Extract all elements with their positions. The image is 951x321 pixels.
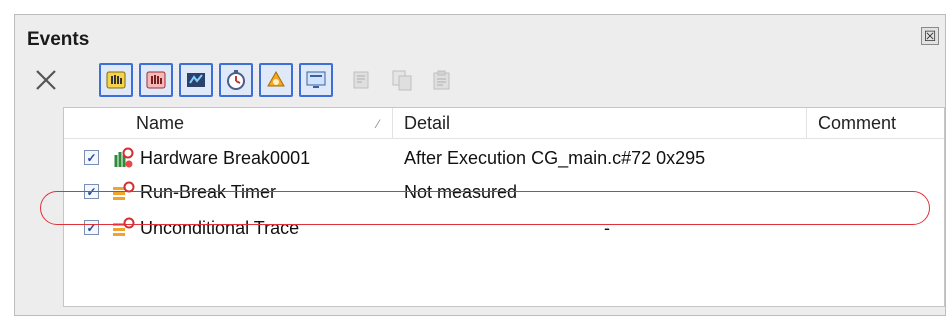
hardware-break-icon (106, 71, 126, 89)
events-panel: Events ☒ Name ⁄ Detail Comment ✓ Hardwar… (14, 14, 946, 316)
timer-icon (227, 70, 245, 90)
column-divider[interactable] (392, 108, 393, 138)
table-row[interactable]: ✓ Hardware Break0001 After Execution CG_… (64, 141, 944, 177)
edit-disabled-button[interactable] (345, 63, 379, 97)
list-header: Name ⁄ Detail Comment (64, 108, 944, 139)
software-break-button[interactable] (139, 63, 173, 97)
hardware-break-icon (114, 147, 134, 168)
enable-checkbox[interactable]: ✓ (84, 150, 99, 165)
paste-disabled-icon (433, 70, 450, 90)
event-detail: After Execution CG_main.c#72 0x295 (404, 148, 706, 168)
sort-indicator-icon: ⁄ (377, 117, 380, 131)
column-header-comment[interactable]: Comment (818, 113, 896, 134)
panel-title: Events (27, 29, 90, 50)
delete-event-button[interactable] (29, 61, 63, 99)
display-button[interactable] (299, 63, 333, 97)
copy-disabled-button[interactable] (385, 63, 419, 97)
performance-icon (267, 70, 285, 87)
trace-icon (187, 73, 205, 87)
hardware-break-button[interactable] (99, 63, 133, 97)
edit-disabled-icon (353, 71, 369, 89)
column-divider[interactable] (806, 108, 807, 138)
column-header-name[interactable]: Name (136, 113, 184, 134)
column-header-detail[interactable]: Detail (404, 113, 450, 134)
event-name: Hardware Break0001 (140, 148, 311, 168)
timer-button[interactable] (219, 63, 253, 97)
trace-button[interactable] (179, 63, 213, 97)
highlight-outline (40, 191, 930, 225)
copy-disabled-icon (392, 70, 412, 91)
close-x-icon (36, 70, 56, 90)
paste-disabled-button[interactable] (425, 63, 459, 97)
title-bar: Events ☒ (15, 15, 945, 59)
display-icon (306, 71, 326, 88)
close-panel-icon[interactable]: ☒ (921, 27, 939, 45)
toolbar (15, 59, 945, 105)
software-break-icon (146, 71, 166, 89)
performance-button[interactable] (259, 63, 293, 97)
